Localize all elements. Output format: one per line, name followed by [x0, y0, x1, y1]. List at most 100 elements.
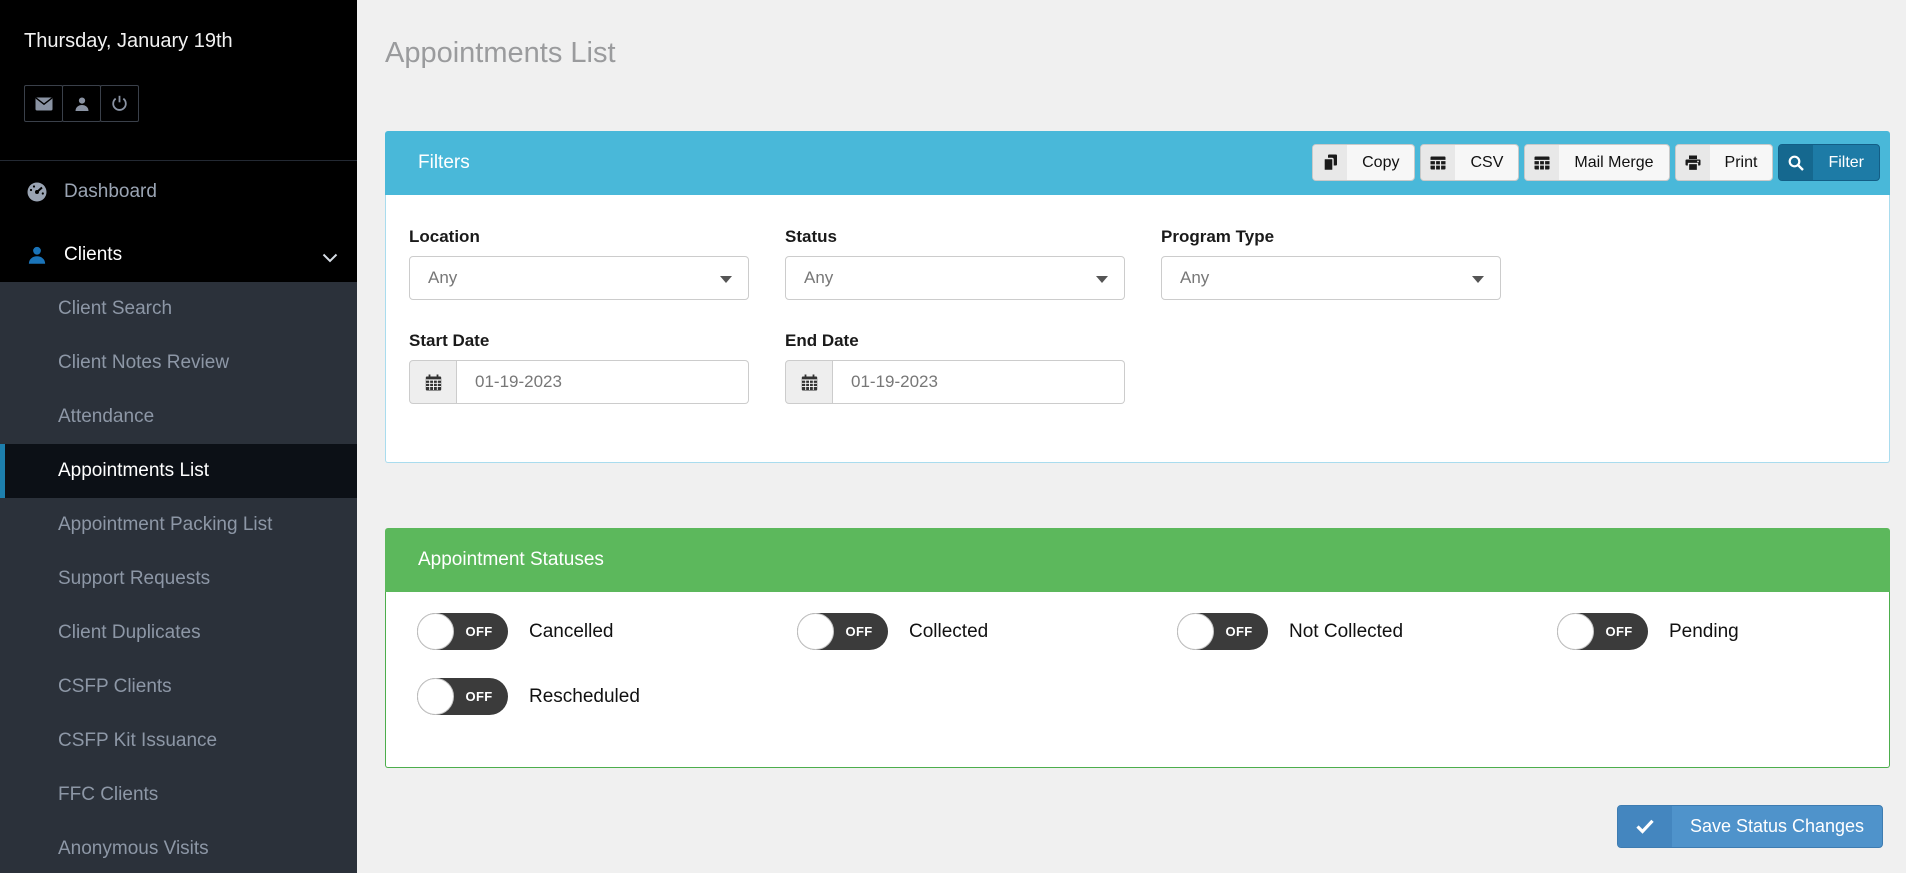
toggle-label: Collected [909, 621, 988, 643]
sidebar-item-label: Dashboard [64, 181, 157, 203]
toggle-knob [417, 613, 454, 650]
csv-button-label: CSV [1455, 145, 1518, 180]
calendar-icon [409, 360, 457, 404]
sidebar-item-dashboard[interactable]: Dashboard [0, 167, 357, 217]
filters-panel-title: Filters [418, 152, 470, 174]
search-icon [1779, 145, 1813, 180]
toggle-item-pending: OFF Pending [1557, 613, 1906, 650]
filter-button[interactable]: Filter [1778, 144, 1880, 181]
collected-toggle[interactable]: OFF [797, 613, 888, 650]
print-icon [1676, 145, 1710, 180]
envelope-icon [35, 97, 53, 111]
filter-button-label: Filter [1813, 145, 1879, 180]
toggle-item-collected: OFF Collected [797, 613, 1177, 650]
sidebar: Thursday, January 19th [0, 0, 357, 873]
sidebar-item-csfp-clients[interactable]: CSFP Clients [0, 660, 357, 714]
sidebar-date: Thursday, January 19th [24, 30, 233, 53]
status-label: Status [785, 227, 1125, 247]
end-date-group [785, 360, 1125, 404]
sidebar-item-csfp-kit-issuance[interactable]: CSFP Kit Issuance [0, 714, 357, 768]
user-icon [74, 96, 90, 112]
sidebar-divider [0, 160, 357, 161]
statuses-panel-title: Appointment Statuses [418, 549, 604, 571]
sidebar-item-ffc-clients[interactable]: FFC Clients [0, 768, 357, 822]
toggle-state: OFF [1594, 613, 1644, 650]
toggle-state: OFF [1214, 613, 1264, 650]
logout-button[interactable] [100, 85, 139, 122]
table-icon [1525, 145, 1559, 180]
sidebar-item-attendance[interactable]: Attendance [0, 390, 357, 444]
filters-toolbar: Copy CSV Mail Merge [1312, 144, 1880, 181]
sidebar-item-anonymous-visits[interactable]: Anonymous Visits [0, 822, 357, 873]
not-collected-toggle[interactable]: OFF [1177, 613, 1268, 650]
toggle-label: Rescheduled [529, 686, 640, 708]
end-date-label: End Date [785, 331, 1125, 351]
copy-button-label: Copy [1347, 145, 1414, 180]
sidebar-item-clients[interactable]: Clients [0, 230, 357, 280]
app-root: Thursday, January 19th [0, 0, 1906, 873]
filters-panel-heading: Filters Copy CSV [385, 131, 1890, 195]
toggle-item-cancelled: OFF Cancelled [417, 613, 797, 650]
toggle-knob [1557, 613, 1594, 650]
print-button[interactable]: Print [1675, 144, 1774, 181]
statuses-panel-body: OFF Cancelled OFF Collected OFF [385, 592, 1890, 768]
caret-down-icon [720, 276, 732, 283]
check-icon [1618, 806, 1672, 847]
toggle-knob [417, 678, 454, 715]
end-date-input[interactable] [833, 360, 1125, 404]
mail-merge-button[interactable]: Mail Merge [1524, 144, 1669, 181]
start-date-label: Start Date [409, 331, 749, 351]
start-date-input[interactable] [457, 360, 749, 404]
location-select[interactable]: Any [409, 256, 749, 300]
location-label: Location [409, 227, 749, 247]
clients-icon [24, 245, 50, 265]
sidebar-item-label: Clients [64, 244, 122, 266]
mail-merge-button-label: Mail Merge [1559, 145, 1668, 180]
rescheduled-toggle[interactable]: OFF [417, 678, 508, 715]
copy-button[interactable]: Copy [1312, 144, 1415, 181]
clients-submenu: Client Search Client Notes Review Attend… [0, 282, 357, 873]
location-select-value: Any [428, 268, 457, 288]
user-button[interactable] [62, 85, 101, 122]
statuses-panel: Appointment Statuses OFF Cancelled OFF C… [385, 528, 1890, 768]
caret-down-icon [1096, 276, 1108, 283]
sidebar-item-appointment-packing-list[interactable]: Appointment Packing List [0, 498, 357, 552]
status-select-value: Any [804, 268, 833, 288]
table-icon [1421, 145, 1455, 180]
toggle-label: Pending [1669, 621, 1739, 643]
program-type-select[interactable]: Any [1161, 256, 1501, 300]
status-select[interactable]: Any [785, 256, 1125, 300]
program-type-select-value: Any [1180, 268, 1209, 288]
sidebar-item-client-notes-review[interactable]: Client Notes Review [0, 336, 357, 390]
toggle-item-not-collected: OFF Not Collected [1177, 613, 1557, 650]
cancelled-toggle[interactable]: OFF [417, 613, 508, 650]
start-date-group [409, 360, 749, 404]
print-button-label: Print [1710, 145, 1773, 180]
sidebar-item-client-duplicates[interactable]: Client Duplicates [0, 606, 357, 660]
sidebar-quick-actions [24, 85, 139, 122]
csv-button[interactable]: CSV [1420, 144, 1519, 181]
toggle-state: OFF [454, 613, 504, 650]
copy-icon [1313, 145, 1347, 180]
mail-button[interactable] [24, 85, 63, 122]
sidebar-item-appointments-list[interactable]: Appointments List [0, 444, 357, 498]
sidebar-item-client-search[interactable]: Client Search [0, 282, 357, 336]
toggle-label: Cancelled [529, 621, 614, 643]
filters-panel: Filters Copy CSV [385, 131, 1890, 463]
toggle-knob [797, 613, 834, 650]
statuses-panel-heading: Appointment Statuses [385, 528, 1890, 592]
toggle-knob [1177, 613, 1214, 650]
save-button-label: Save Status Changes [1672, 806, 1882, 847]
page-title: Appointments List [385, 37, 616, 70]
program-type-label: Program Type [1161, 227, 1501, 247]
save-status-changes-button[interactable]: Save Status Changes [1617, 805, 1883, 848]
power-icon [111, 95, 128, 112]
sidebar-item-support-requests[interactable]: Support Requests [0, 552, 357, 606]
chevron-down-icon [322, 247, 338, 269]
pending-toggle[interactable]: OFF [1557, 613, 1648, 650]
toggle-state: OFF [834, 613, 884, 650]
caret-down-icon [1472, 276, 1484, 283]
dashboard-icon [24, 182, 50, 202]
toggle-item-rescheduled: OFF Rescheduled [417, 678, 797, 715]
calendar-icon [785, 360, 833, 404]
